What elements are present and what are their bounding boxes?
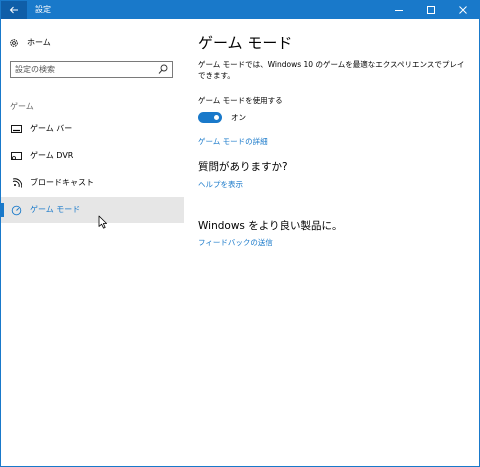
help-heading: 質問がありますか? [198,161,288,173]
search-box[interactable] [10,61,173,78]
sidebar-item-label: ゲーム バー [30,124,73,133]
sidebar-item-game-dvr[interactable]: ゲーム DVR [1,143,184,169]
settings-window: 設定 ホーム ゲーム [0,0,480,467]
minimize-button[interactable] [383,1,415,19]
gear-icon [10,39,18,47]
help-link[interactable]: ヘルプを表示 [198,180,243,190]
back-arrow-icon [9,6,18,14]
sidebar-item-game-bar[interactable]: ゲーム バー [1,116,184,142]
toggle-knob [214,115,219,120]
close-icon [459,6,467,14]
game-dvr-icon [10,150,22,162]
section-heading: ゲーム [10,102,34,111]
sidebar-item-broadcast[interactable]: ブロードキャスト [1,170,184,196]
title-bar: 設定 [1,1,479,19]
game-mode-toggle[interactable] [198,112,222,123]
page-title: ゲーム モード [198,34,293,52]
broadcast-icon [10,177,22,189]
feedback-link[interactable]: フィードバックの送信 [198,238,273,248]
sidebar-item-game-mode[interactable]: ゲーム モード [1,197,184,223]
sidebar-item-label: ブロードキャスト [30,178,94,187]
home-label: ホーム [27,38,51,47]
sidebar-item-label: ゲーム DVR [30,151,74,160]
description-text: ゲーム モードでは、Windows 10 のゲームを最適なエクスペリエンスでプレ… [198,60,465,80]
game-bar-icon [10,123,22,135]
maximize-button[interactable] [415,1,447,19]
feedback-heading: Windows をより良い製品に。 [198,220,343,232]
toggle-state: オン [231,113,246,122]
sidebar-item-label: ゲーム モード [30,205,81,214]
maximize-icon [427,6,435,14]
toggle-label: ゲーム モードを使用する [198,96,283,105]
window-title: 設定 [35,5,51,14]
search-input[interactable] [15,63,155,76]
home-nav-item[interactable]: ホーム [9,36,51,50]
minimize-icon [395,10,403,11]
mouse-cursor-icon [98,215,107,229]
search-icon[interactable] [158,64,168,75]
close-button[interactable] [447,1,479,19]
selection-indicator [1,203,4,217]
back-button[interactable] [1,1,27,19]
game-mode-details-link[interactable]: ゲーム モードの詳細 [198,137,268,147]
sidebar: ホーム ゲーム ゲーム バー ゲーム DVR ブロ [1,19,184,466]
game-mode-icon [10,204,22,216]
